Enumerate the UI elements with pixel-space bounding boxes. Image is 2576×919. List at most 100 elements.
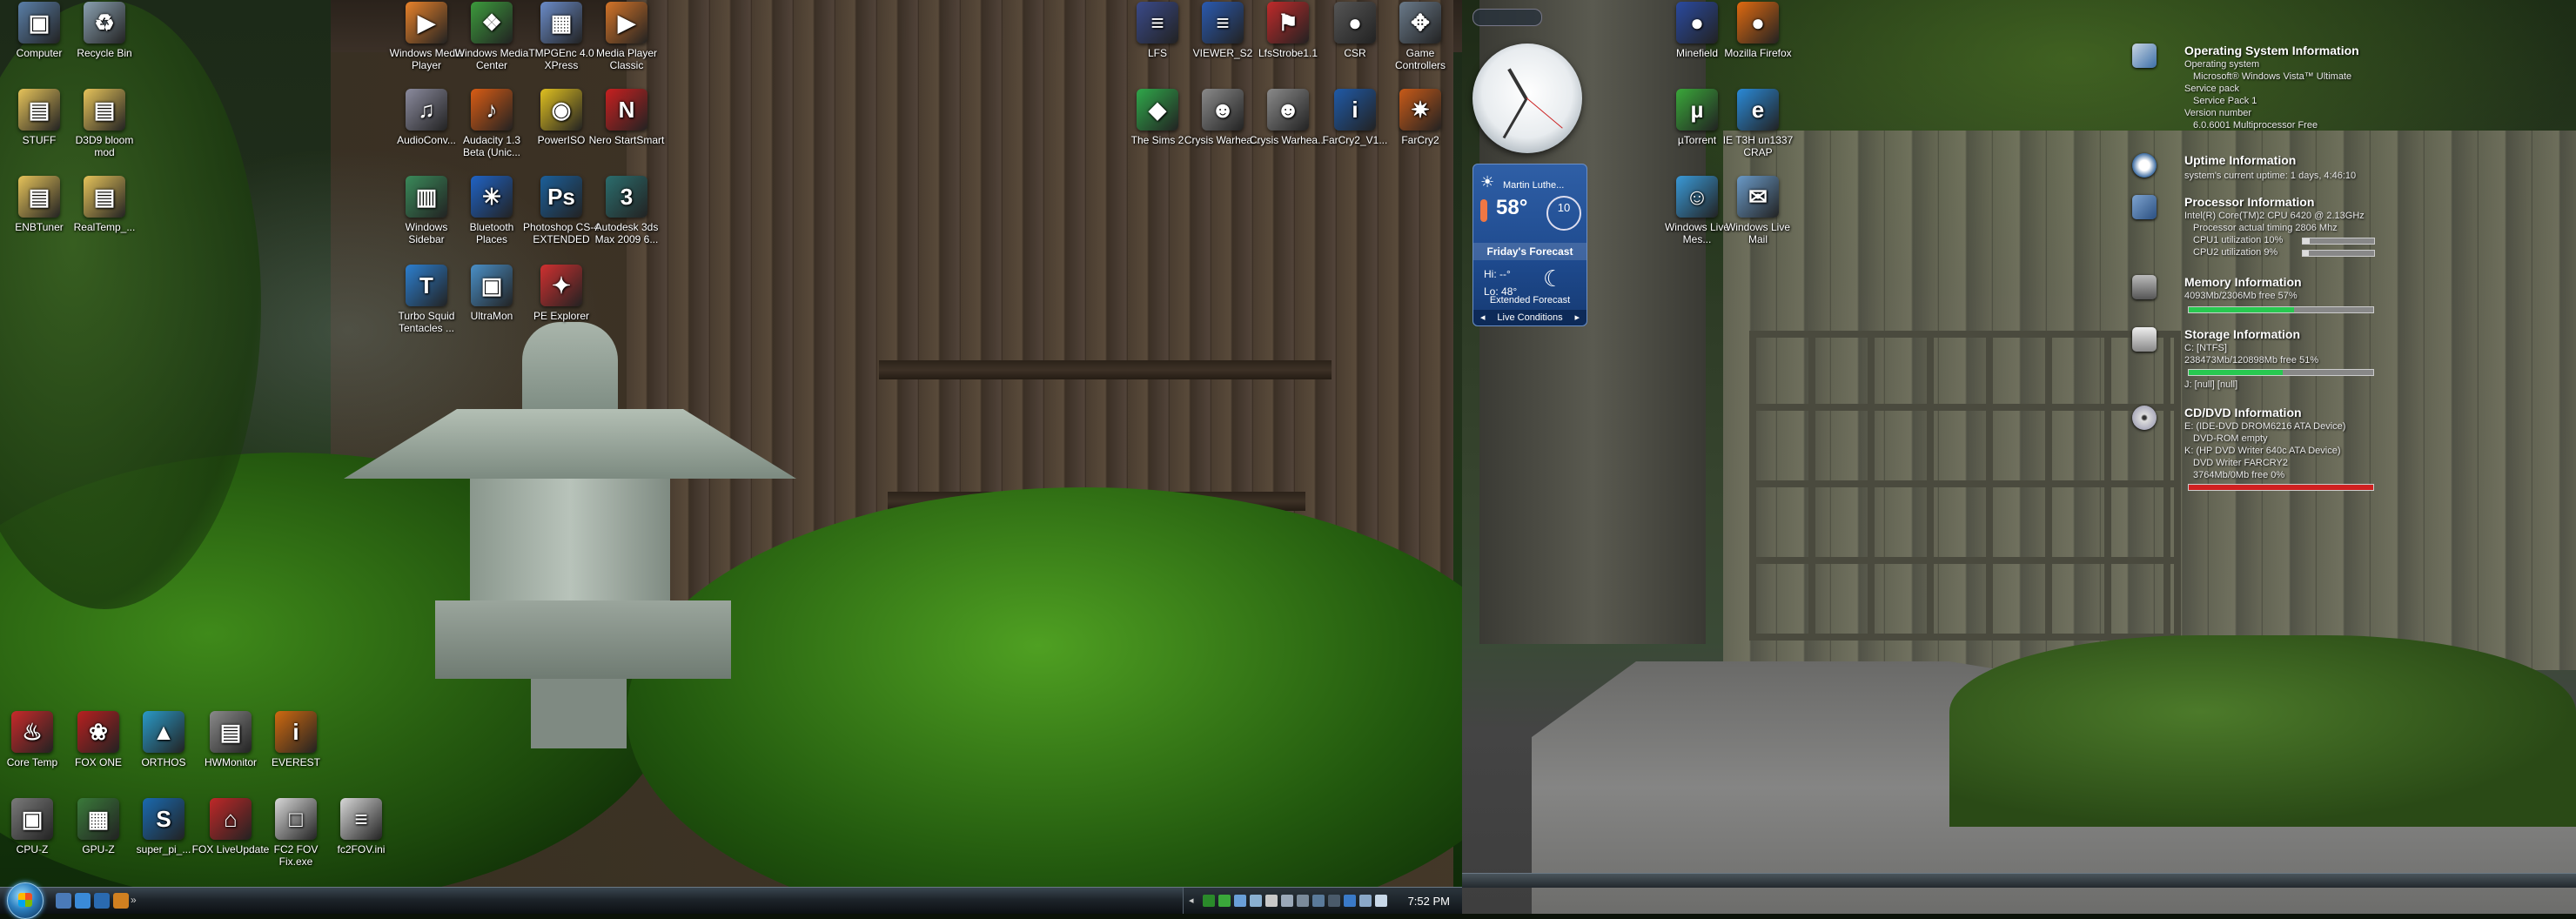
network-status-icon[interactable] [1359,895,1372,907]
app-icon: i [1334,89,1376,131]
cddvd-line: DVD Writer FARCRY2 [2193,458,2289,468]
app-icon: ▦ [540,2,582,44]
uptime-section: Uptime Information system's current upti… [2132,153,2376,188]
app-icon: ✷ [1399,89,1441,131]
media-quicklaunch-icon[interactable] [113,893,129,909]
switch-windows-icon[interactable] [75,893,91,909]
desktop-icon[interactable]: ✳ Bluetooth Places [453,176,531,245]
storage-line: 238473Mb/120898Mb free 51% [2184,355,2319,366]
disc-icon [2132,406,2157,430]
desktop-icon-label: FarCry2 [1401,134,1439,146]
app-icon: ◆ [1137,89,1178,131]
desktop-icon[interactable]: ✦ PE Explorer [522,265,600,322]
storage-line: C: [NTFS] [2184,343,2227,353]
taskbar[interactable]: » ◂ 7:52 PM [0,882,1462,919]
extended-forecast-link[interactable]: Extended Forecast [1473,295,1587,305]
temp-tray-icon[interactable] [1265,895,1278,907]
app-icon: ✦ [540,265,582,306]
app-icon: ♪ [471,89,513,131]
uptime-line: system's current uptime: 1 days, 4:46:10 [2184,171,2357,181]
desktop-icon-label: Windows Live Mail [1725,221,1791,245]
app-icon: ✳ [471,176,513,218]
network-tray-icon[interactable] [1218,895,1231,907]
app-icon: ▤ [18,89,60,131]
display-tray-icon[interactable] [1297,895,1309,907]
show-desktop-icon[interactable] [56,893,71,909]
system-tray: ◂ 7:52 PM [1183,888,1462,914]
desktop-icon[interactable]: ♻ Recycle Bin [65,2,144,59]
clock-icon [2132,153,2157,178]
desktop-icon-label: Windows Media Center [454,47,529,71]
cpu2-bar-fill [2303,251,2310,256]
desktop-icon[interactable]: ✷ FarCry2 [1381,89,1459,146]
desktop-icon-label: PE Explorer [533,310,590,322]
bluetooth-tray-icon[interactable] [1344,895,1356,907]
desktop-icon[interactable]: ✉ Windows Live Mail [1719,176,1797,245]
app-icon: ▣ [11,798,53,840]
desktop-icon-label: Audacity 1.3 Beta (Unic... [462,134,521,158]
cddvd-line: 3764Mb/0Mb free 0% [2193,470,2285,480]
desktop-icon[interactable]: ▶ Media Player Classic [587,2,666,71]
os-line: Microsoft® Windows Vista™ Ultimate [2193,71,2352,82]
clock-gadget[interactable] [1472,44,1582,153]
moon-cloud-icon: ☾ [1543,265,1564,292]
computer-icon [2132,44,2157,68]
wallpaper-lantern-post [531,679,627,748]
desktop-icon[interactable]: e IE T3H un1337 CRAP [1719,89,1797,158]
app-icon: ♫ [406,89,447,131]
right-desktop[interactable] [1462,0,2576,914]
quicklaunch-overflow-icon[interactable]: » [131,894,137,906]
desktop-icon[interactable]: ❖ Windows Media Center [453,2,531,71]
desktop-icon[interactable]: ≡ fc2FOV.ini [322,798,400,855]
taskbar-clock[interactable]: 7:52 PM [1408,895,1450,908]
desktop-icon[interactable]: ▤ RealTemp_... [65,176,144,233]
desktop-icon[interactable]: ✥ Game Controllers [1381,2,1459,71]
app-icon: ▣ [471,265,513,306]
ultramon-taskbar[interactable] [1462,873,2576,888]
app-icon: ♨ [11,711,53,753]
desktop-icon-label: Nero StartSmart [588,134,665,146]
sidebar-tray-icon[interactable] [1250,895,1262,907]
memory-line: 4093Mb/2306Mb free 57% [2184,291,2298,301]
hw-tray-icon[interactable] [1281,895,1293,907]
memory-bar [2188,306,2374,313]
tray-expand-icon[interactable]: ◂ [1189,895,1194,906]
storage-bar-fill [2189,370,2284,375]
app-icon: ▶ [406,2,447,44]
desktop-icon[interactable]: N Nero StartSmart [587,89,666,146]
next-arrow-icon[interactable]: ▸ [1574,310,1580,325]
misc-tray-icon[interactable] [1328,895,1340,907]
prev-arrow-icon[interactable]: ◂ [1480,310,1486,325]
memory-icon [2132,275,2157,299]
wind-dial: 10 [1546,196,1581,231]
processor-line: Intel(R) Core(TM)2 CPU 6420 @ 2.13GHz [2184,211,2365,221]
weather-gadget[interactable]: ☀ Martin Luthe... 58° 10 Friday's Foreca… [1472,164,1587,326]
desktop-icon[interactable]: i EVEREST [257,711,335,768]
cpu1-bar-fill [2303,238,2311,244]
ie-quicklaunch-icon[interactable] [94,893,110,909]
monitor-tray-icon[interactable] [1234,895,1246,907]
desktop-icon[interactable]: ▤ D3D9 bloom mod [65,89,144,158]
desktop-icon-label: Mozilla Firefox [1724,47,1792,59]
desktop-icon[interactable]: ● Mozilla Firefox [1719,2,1797,59]
wallpaper-lantern-body [470,479,670,609]
desktop-icon-label: EVEREST [271,756,320,768]
security-tray-icon[interactable] [1312,895,1325,907]
volume-icon[interactable] [1375,895,1387,907]
cpu1-bar [2302,238,2375,245]
app-icon: ▣ [18,2,60,44]
desktop-icon[interactable]: 3 Autodesk 3ds Max 2009 6... [587,176,666,245]
live-conditions-link[interactable]: ◂ Live Conditions ▸ [1473,310,1587,325]
utorrent-tray-icon[interactable] [1203,895,1215,907]
desktop-icon[interactable]: ♪ Audacity 1.3 Beta (Unic... [453,89,531,158]
wallpaper-gate-grid [1749,331,2181,641]
desktop-icon-label: RealTemp_... [73,221,136,233]
desktop-icon-label: fc2FOV.ini [337,843,386,855]
sidebar-controls[interactable] [1472,9,1542,26]
desktop-icon-label: D3D9 bloom mod [75,134,134,158]
desktop-icon-label: Media Player Classic [595,47,658,71]
app-icon: ● [1334,2,1376,44]
app-icon: µ [1676,89,1718,131]
desktop-icon[interactable]: ▣ UltraMon [453,265,531,322]
app-icon: ♻ [84,2,125,44]
